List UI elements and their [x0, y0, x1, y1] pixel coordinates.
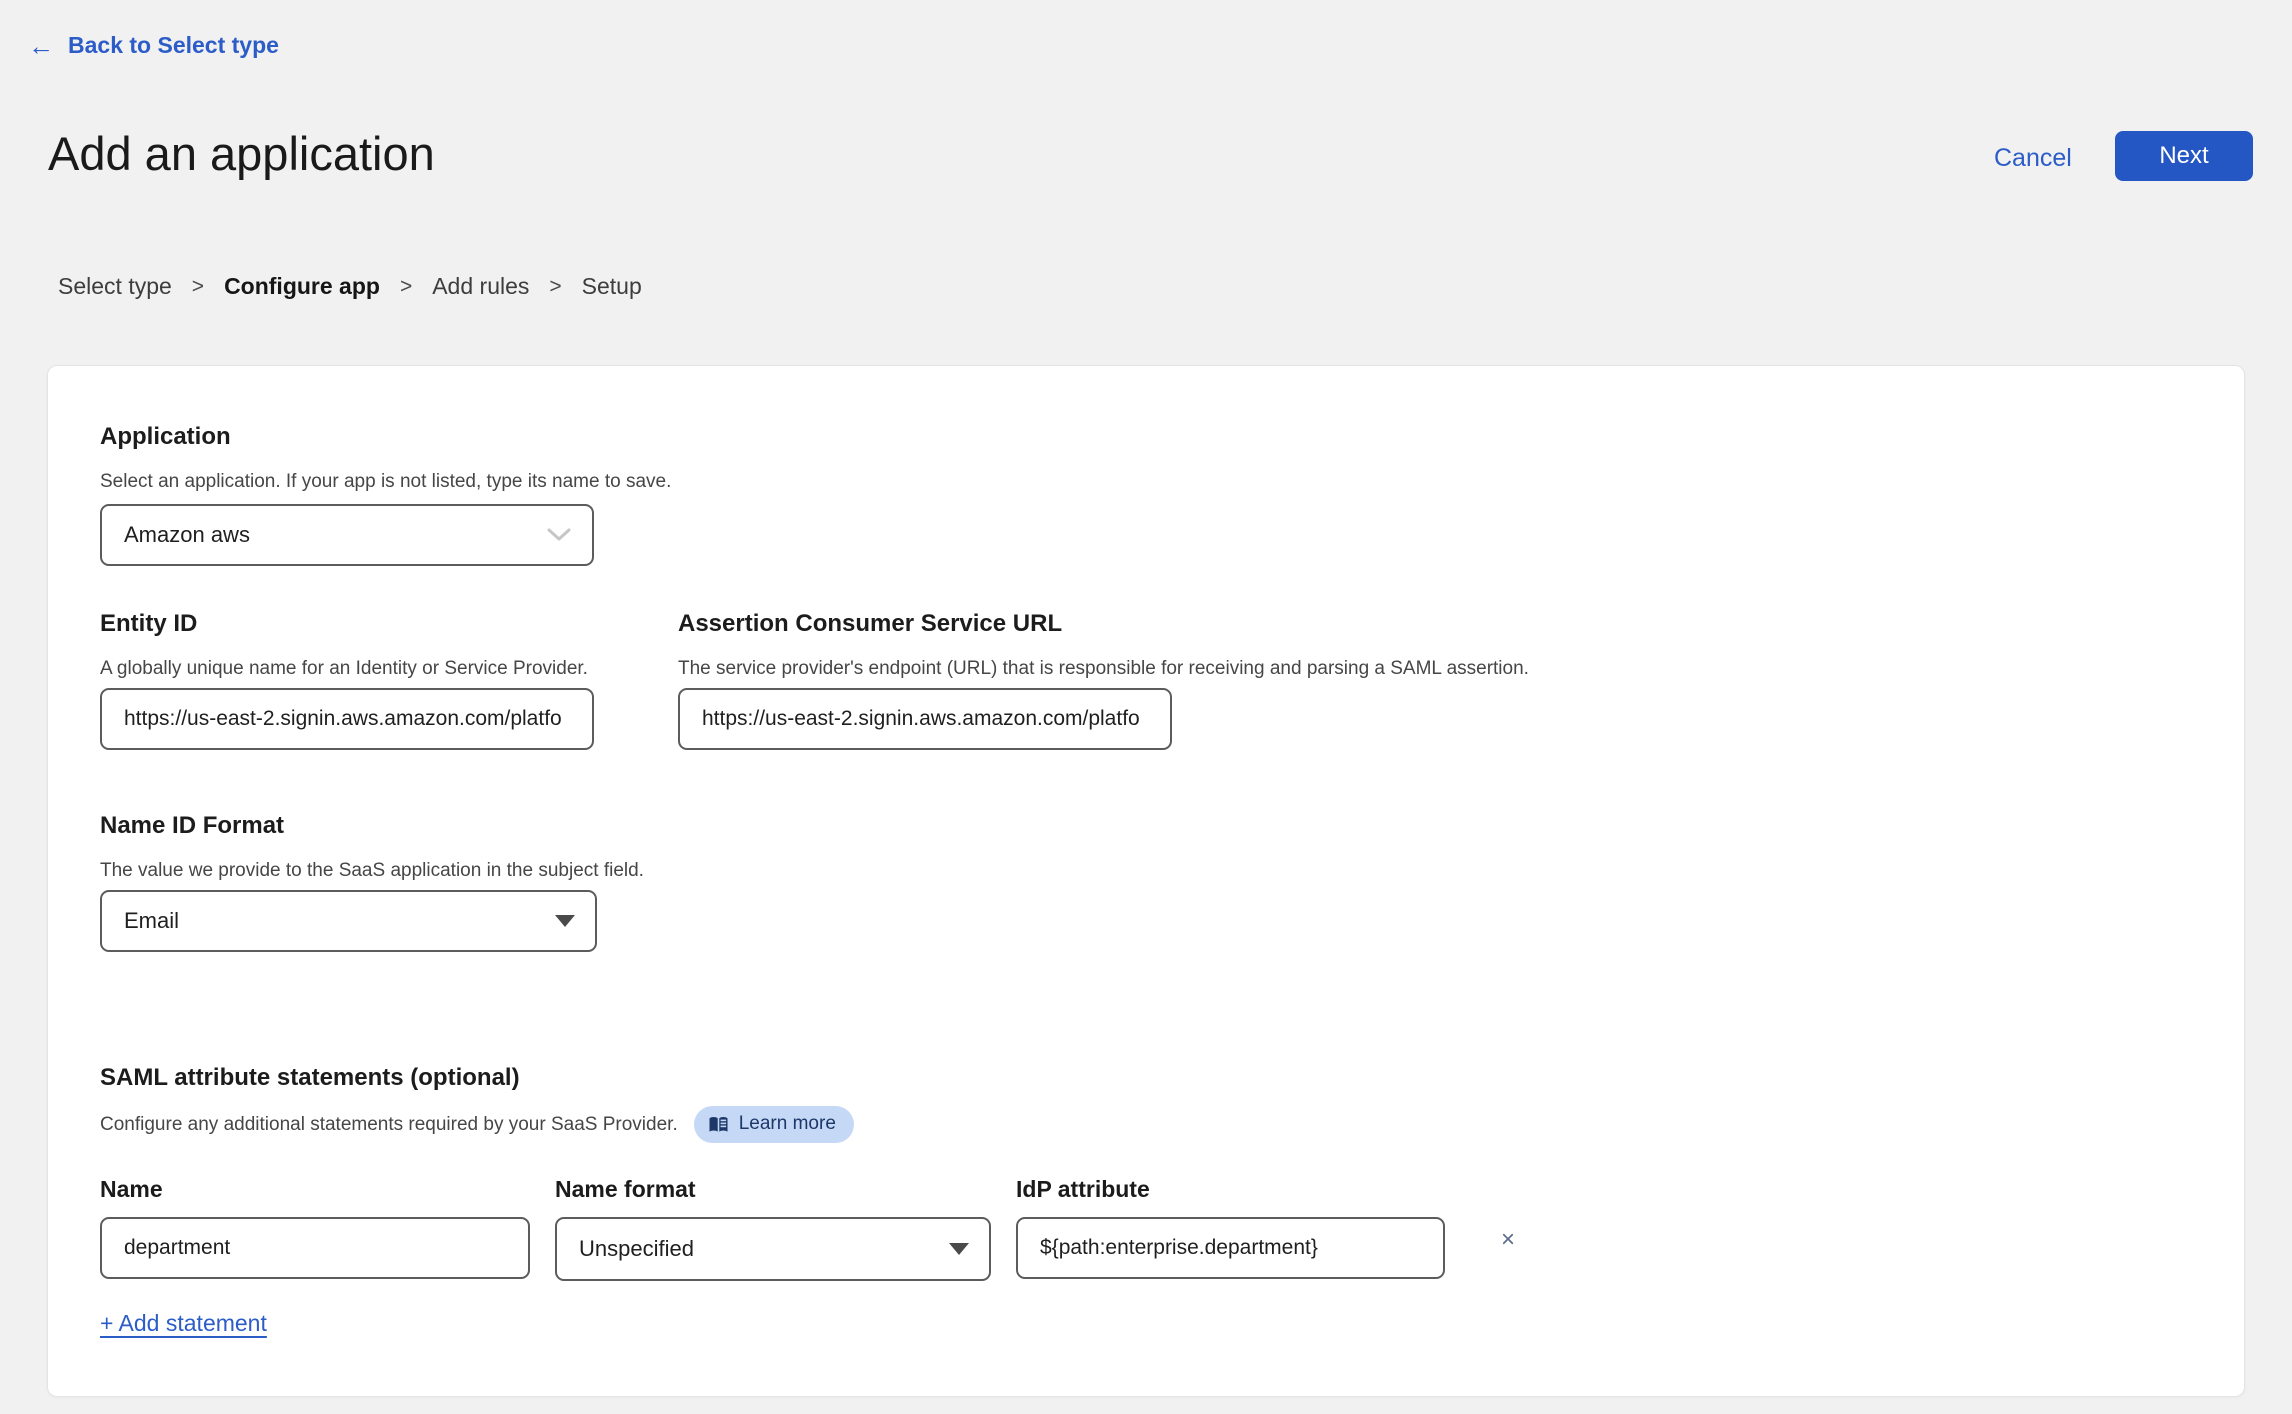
wizard-breadcrumb: Select type > Configure app > Add rules … [58, 273, 642, 300]
application-description: Select an application. If your app is no… [100, 471, 672, 492]
name-id-format-select[interactable]: Email [100, 890, 597, 952]
acs-url-input[interactable] [678, 688, 1172, 750]
back-link-label: Back to Select type [68, 32, 279, 58]
back-arrow-icon: ← [28, 30, 54, 61]
next-button[interactable]: Next [2115, 131, 2253, 181]
back-to-select-type-link[interactable]: ← Back to Select type [28, 32, 279, 59]
entity-id-description: A globally unique name for an Identity o… [100, 658, 588, 679]
acs-url-description: The service provider's endpoint (URL) th… [678, 658, 1529, 679]
entity-id-heading: Entity ID [100, 610, 198, 637]
saml-statements-description: Configure any additional statements requ… [100, 1113, 678, 1135]
saml-statements-heading: SAML attribute statements (optional) [100, 1064, 520, 1091]
step-configure-app[interactable]: Configure app [224, 273, 380, 300]
entity-id-input[interactable] [100, 688, 594, 750]
cancel-button[interactable]: Cancel [1994, 144, 2072, 173]
acs-url-heading: Assertion Consumer Service URL [678, 610, 1063, 637]
caret-down-icon [555, 915, 575, 927]
application-heading: Application [100, 423, 231, 450]
statement-name-format-value: Unspecified [579, 1236, 694, 1261]
breadcrumb-separator: > [191, 274, 205, 298]
page-title: Add an application [48, 127, 435, 180]
caret-down-icon [949, 1243, 969, 1255]
saml-statements-description-row: Configure any additional statements requ… [100, 1106, 854, 1143]
application-select-value: Amazon aws [124, 522, 250, 547]
statement-name-format-label: Name format [555, 1176, 696, 1202]
add-statement-link[interactable]: + Add statement [100, 1310, 267, 1337]
name-id-format-value: Email [124, 908, 180, 933]
remove-statement-button close-icon[interactable]: × [1490, 1222, 1526, 1258]
step-add-rules[interactable]: Add rules [432, 273, 529, 300]
add-application-page: ← Back to Select type Add an application… [0, 0, 2292, 1414]
application-select[interactable]: Amazon aws [100, 504, 594, 566]
book-icon [709, 1116, 728, 1132]
name-id-format-description: The value we provide to the SaaS applica… [100, 860, 644, 881]
learn-more-badge[interactable]: Learn more [693, 1106, 854, 1143]
statement-idp-attribute-label: IdP attribute [1016, 1176, 1150, 1202]
learn-more-label: Learn more [738, 1113, 836, 1134]
statement-name-format-select[interactable]: Unspecified [555, 1217, 991, 1281]
configure-app-card: Application Select an application. If yo… [47, 365, 2245, 1397]
statement-name-input[interactable] [100, 1217, 530, 1279]
step-select-type[interactable]: Select type [58, 273, 172, 300]
chevron-down-icon [547, 528, 571, 541]
breadcrumb-separator: > [399, 274, 413, 298]
statement-name-label: Name [100, 1176, 163, 1202]
statement-idp-attribute-input[interactable] [1016, 1217, 1445, 1279]
breadcrumb-separator: > [549, 274, 562, 298]
step-setup[interactable]: Setup [582, 273, 642, 300]
name-id-format-heading: Name ID Format [100, 812, 285, 839]
